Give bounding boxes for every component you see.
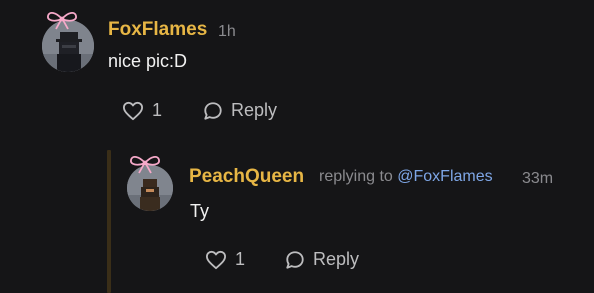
like-count: 1 bbox=[152, 100, 163, 120]
comment-text: nice pic:D bbox=[108, 51, 188, 71]
speech-bubble-icon bbox=[204, 101, 222, 120]
reply-button[interactable]: Reply bbox=[203, 100, 277, 121]
pink-bow-icon bbox=[46, 10, 78, 30]
timestamp: 33m bbox=[522, 170, 554, 187]
reply-label: Reply bbox=[313, 249, 360, 269]
pink-bow-icon bbox=[129, 154, 161, 174]
username[interactable]: FoxFlames bbox=[108, 19, 207, 41]
replying-to: replying to @FoxFlames bbox=[319, 168, 493, 186]
replying-prefix: replying to bbox=[319, 168, 398, 185]
heart-icon bbox=[206, 250, 226, 269]
reply-button[interactable]: Reply bbox=[285, 249, 359, 270]
heart-icon bbox=[123, 101, 143, 120]
speech-bubble-icon bbox=[286, 250, 304, 269]
like-button[interactable]: 1 bbox=[122, 100, 162, 121]
timestamp: 1h bbox=[218, 23, 236, 40]
like-button[interactable]: 1 bbox=[205, 249, 245, 270]
like-count: 1 bbox=[235, 249, 246, 269]
reply-label: Reply bbox=[231, 100, 278, 120]
username[interactable]: PeachQueen bbox=[189, 166, 304, 188]
comment-text: Ty bbox=[190, 201, 210, 221]
comment-thread: FoxFlames 1h nice pic:D 1 Reply PeachQue… bbox=[0, 0, 594, 293]
mention-link[interactable]: @FoxFlames bbox=[397, 168, 492, 185]
thread-line bbox=[107, 150, 111, 293]
